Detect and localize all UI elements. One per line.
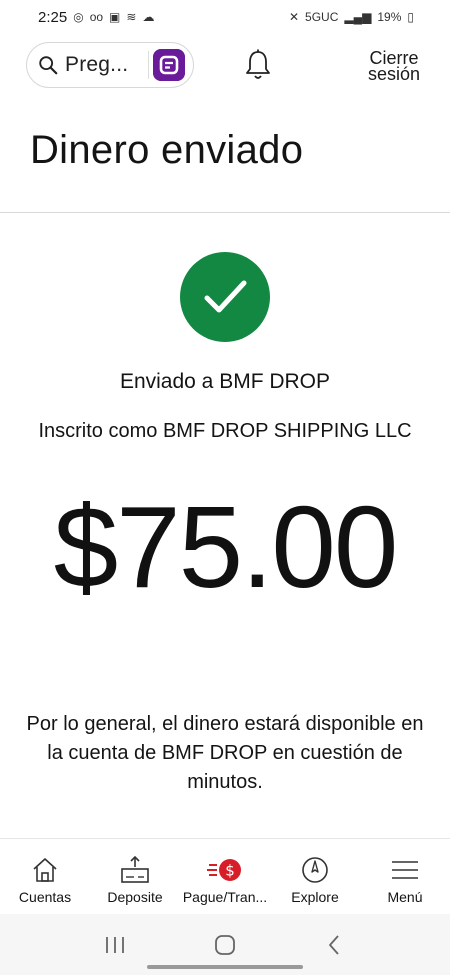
recipient-heading: Enviado a BMF DROP — [119, 370, 331, 393]
header-divider — [0, 212, 450, 213]
nav-label-cuentas: Cuentas — [18, 889, 72, 905]
status-left: 2:25 ◎ ᴏᴏ ▣ ≋ ☁ — [38, 9, 154, 26]
nav-label-explore: Explore — [291, 889, 339, 905]
compass-icon — [302, 857, 328, 883]
hamburger-menu-icon — [392, 861, 418, 879]
checkmark-icon — [204, 280, 247, 313]
logout-link[interactable]: Cierre sesión — [364, 49, 424, 83]
nav-item-cuentas[interactable]: Cuentas — [0, 855, 90, 905]
system-nav-bar — [0, 914, 450, 975]
svg-text:$: $ — [225, 862, 235, 880]
status-right: ✕ 5GUC ▂▄▆ 19% ▯ — [289, 10, 414, 24]
home-indicator — [147, 965, 303, 969]
availability-note: Por lo general, el dinero estará disponi… — [26, 713, 424, 793]
status-bar: 2:25 ◎ ᴏᴏ ▣ ≋ ☁ ✕ 5GUC ▂▄▆ 19% ▯ — [0, 0, 450, 34]
home-icon — [215, 934, 235, 955]
top-bar: Preg... Cierre sesión — [0, 36, 450, 94]
signal-icon: ▂▄▆ — [344, 10, 372, 24]
search-bar[interactable]: Preg... — [26, 42, 194, 88]
nav-item-pague-transfiera[interactable]: $ Pague/Tran... — [180, 855, 270, 905]
assistant-icon[interactable] — [153, 49, 185, 81]
home-button[interactable] — [210, 930, 240, 960]
bell-icon[interactable] — [244, 48, 272, 82]
page-title: Dinero enviado — [30, 128, 304, 172]
house-icon — [33, 858, 57, 882]
back-button[interactable] — [320, 930, 350, 960]
wifi-call-icon: ≋ — [126, 10, 137, 24]
voicemail-icon: ᴏᴏ — [89, 10, 104, 24]
battery-icon: ▯ — [407, 10, 414, 24]
recent-apps-button[interactable] — [100, 930, 130, 960]
back-chevron-icon — [329, 934, 339, 955]
battery-label: 19% — [377, 10, 402, 24]
network-label: 5GUC — [305, 10, 339, 24]
search-icon — [39, 56, 58, 75]
whatsapp-icon: ◎ — [73, 10, 84, 24]
pay-transfer-icon: $ — [207, 859, 241, 881]
recipient-registered-name: Inscrito como BMF DROP SHIPPING LLC — [38, 420, 412, 442]
search-divider — [148, 51, 149, 79]
app-notification-icon: ▣ — [109, 10, 121, 24]
nav-label-menu: Menú — [387, 889, 423, 905]
amount-sent: $75.00 — [53, 482, 399, 612]
nav-item-deposite[interactable]: Deposite — [90, 855, 180, 905]
mute-icon: ✕ — [288, 10, 300, 24]
search-input[interactable]: Preg... — [65, 53, 128, 77]
deposit-check-icon — [121, 855, 149, 883]
nav-item-explore[interactable]: Explore — [270, 855, 360, 905]
recent-apps-icon — [106, 936, 124, 953]
nav-label-pague-transfiera: Pague/Tran... — [182, 889, 268, 905]
nav-item-menu[interactable]: Menú — [360, 855, 450, 905]
bottom-nav: Cuentas Deposite $ Pague/Tran... Explore — [0, 838, 450, 914]
success-badge — [180, 252, 270, 342]
nav-label-deposite: Deposite — [107, 889, 163, 905]
cloud-icon: ☁ — [142, 10, 155, 24]
status-time: 2:25 — [38, 8, 68, 26]
